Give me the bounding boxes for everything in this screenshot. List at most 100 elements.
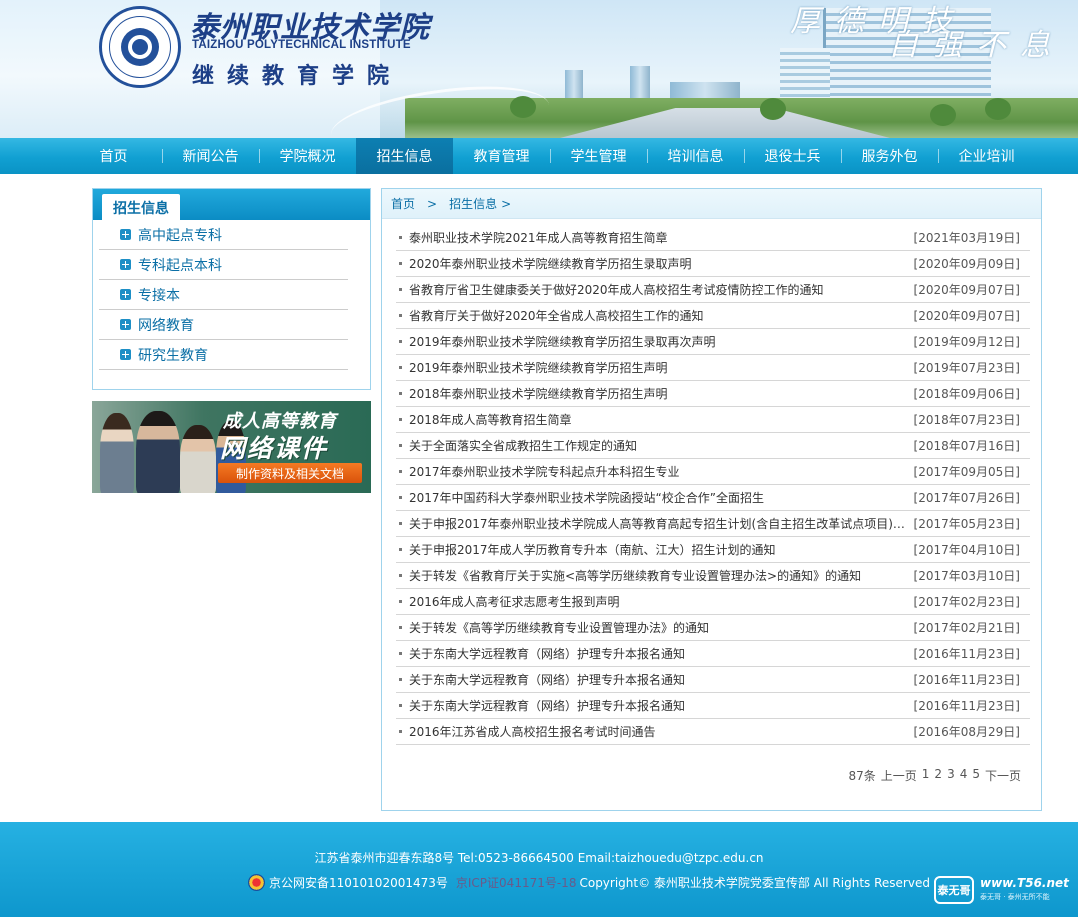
news-item[interactable]: 2018年泰州职业技术学院继续教育学历招生声明 [2018年09月06日] bbox=[396, 381, 1030, 407]
tree bbox=[930, 104, 956, 126]
news-item[interactable]: 关于转发《高等学历继续教育专业设置管理办法》的通知 [2017年02月21日] bbox=[396, 615, 1030, 641]
news-date: [2017年07月26日] bbox=[913, 491, 1020, 505]
news-item[interactable]: 关于申报2017年成人学历教育专升本（南航、江大）招生计划的通知 [2017年04… bbox=[396, 537, 1030, 563]
news-item[interactable]: 关于东南大学远程教育（网络）护理专升本报名通知 [2016年11月23日] bbox=[396, 693, 1030, 719]
sidebar-item[interactable]: 研究生教育 bbox=[99, 340, 348, 370]
pager-prev[interactable]: 上一页 bbox=[881, 767, 917, 784]
breadcrumb-home[interactable]: 首页 bbox=[391, 195, 415, 212]
sidebar: 招生信息 高中起点专科 专科起点本科 专接本 网络教育 研究生教育 bbox=[92, 188, 371, 390]
news-title[interactable]: 2018年泰州职业技术学院继续教育学历招生声明 bbox=[409, 385, 668, 402]
pager-next[interactable]: 下一页 bbox=[985, 767, 1021, 784]
bullet-icon bbox=[399, 288, 402, 291]
news-item[interactable]: 关于东南大学远程教育（网络）护理专升本报名通知 [2016年11月23日] bbox=[396, 667, 1030, 693]
news-date: [2017年03月10日] bbox=[913, 569, 1020, 583]
news-item[interactable]: 关于申报2017年泰州职业技术学院成人高等教育高起专招生计划(含自主招生改革试点… bbox=[396, 511, 1030, 537]
footer-address: 江苏省泰州市迎春东路8号 Tel:0523-86664500 Email:tai… bbox=[314, 851, 764, 865]
nav-item[interactable]: 首页 bbox=[65, 138, 162, 174]
sidebar-item[interactable]: 专接本 bbox=[99, 280, 348, 310]
news-item[interactable]: 省教育厅省卫生健康委关于做好2020年成人高校招生考试疫情防控工作的通知 [202… bbox=[396, 277, 1030, 303]
news-item[interactable]: 2018年成人高等教育招生简章 [2018年07月23日] bbox=[396, 407, 1030, 433]
school-logo-seal[interactable] bbox=[99, 6, 181, 88]
sidebar-item[interactable]: 高中起点专科 bbox=[99, 220, 348, 250]
banner-line2: 网络课件 bbox=[220, 434, 329, 463]
footer-copyright: Copyright© 泰州职业技术学院党委宣传部 All Rights Rese… bbox=[579, 876, 930, 890]
news-title[interactable]: 2016年江苏省成人高校招生报名考试时间通告 bbox=[409, 723, 656, 740]
site-footer: 江苏省泰州市迎春东路8号 Tel:0523-86664500 Email:tai… bbox=[0, 822, 1078, 917]
plus-square-icon bbox=[120, 289, 131, 300]
pager-page[interactable]: 5 bbox=[972, 767, 980, 784]
news-item[interactable]: 关于东南大学远程教育（网络）护理专升本报名通知 [2016年11月23日] bbox=[396, 641, 1030, 667]
news-title[interactable]: 2019年泰州职业技术学院继续教育学历招生声明 bbox=[409, 359, 668, 376]
news-title[interactable]: 关于转发《省教育厅关于实施<高等学历继续教育专业设置管理办法>的通知》的通知 bbox=[409, 567, 861, 584]
bullet-icon bbox=[399, 574, 402, 577]
pager-page[interactable]: 4 bbox=[960, 767, 968, 784]
banner-button[interactable]: 制作资料及相关文档 bbox=[218, 463, 362, 483]
bullet-icon bbox=[399, 522, 402, 525]
site-watermark: 泰无哥 www.T56.net 泰无哥 · 泰州无所不能 bbox=[934, 874, 1070, 906]
nav-item[interactable]: 培训信息 bbox=[647, 138, 744, 174]
student-figure bbox=[180, 425, 216, 493]
news-title[interactable]: 2017年中国药科大学泰州职业技术学院函授站“校企合作”全面招生 bbox=[409, 489, 764, 506]
news-title[interactable]: 关于转发《高等学历继续教育专业设置管理办法》的通知 bbox=[409, 619, 709, 636]
news-panel: 首页 > 招生信息 > 泰州职业技术学院2021年成人高等教育招生简章 [2021… bbox=[381, 188, 1042, 811]
bullet-icon bbox=[399, 470, 402, 473]
news-date: [2018年07月23日] bbox=[913, 413, 1020, 427]
pager-page[interactable]: 1 bbox=[922, 767, 930, 784]
nav-item[interactable]: 退役士兵 bbox=[744, 138, 841, 174]
news-item[interactable]: 省教育厅关于做好2020年全省成人高校招生工作的通知 [2020年09月07日] bbox=[396, 303, 1030, 329]
watermark-url: www.T56.net bbox=[980, 876, 1069, 890]
nav-item[interactable]: 服务外包 bbox=[841, 138, 938, 174]
news-item[interactable]: 2017年泰州职业技术学院专科起点升本科招生专业 [2017年09月05日] bbox=[396, 459, 1030, 485]
bullet-icon bbox=[399, 340, 402, 343]
news-title[interactable]: 省教育厅省卫生健康委关于做好2020年成人高校招生考试疫情防控工作的通知 bbox=[409, 281, 824, 298]
pager-page[interactable]: 2 bbox=[934, 767, 942, 784]
news-item[interactable]: 泰州职业技术学院2021年成人高等教育招生简章 [2021年03月19日] bbox=[396, 225, 1030, 251]
nav-item[interactable]: 教育管理 bbox=[453, 138, 550, 174]
news-title[interactable]: 2020年泰州职业技术学院继续教育学历招生录取声明 bbox=[409, 255, 692, 272]
site-header: 泰州职业技术学院 TAIZHOU POLYTECHNICAL INSTITUTE… bbox=[0, 0, 1078, 138]
sidebar-item-label: 专科起点本科 bbox=[138, 257, 222, 274]
news-title[interactable]: 2018年成人高等教育招生简章 bbox=[409, 411, 572, 428]
footer-police-record[interactable]: 京公网安备11010102001473号 bbox=[269, 874, 448, 891]
news-title[interactable]: 关于全面落实全省成教招生工作规定的通知 bbox=[409, 437, 637, 454]
news-date: [2016年08月29日] bbox=[913, 725, 1020, 739]
nav-item[interactable]: 学生管理 bbox=[550, 138, 647, 174]
news-title[interactable]: 关于东南大学远程教育（网络）护理专升本报名通知 bbox=[409, 645, 685, 662]
news-date: [2021年03月19日] bbox=[913, 231, 1020, 245]
news-item[interactable]: 关于全面落实全省成教招生工作规定的通知 [2018年07月16日] bbox=[396, 433, 1030, 459]
news-item[interactable]: 2019年泰州职业技术学院继续教育学历招生声明 [2019年07月23日] bbox=[396, 355, 1030, 381]
online-courseware-banner[interactable]: 成人高等教育 网络课件 制作资料及相关文档 bbox=[92, 401, 371, 493]
sidebar-item-label: 网络教育 bbox=[138, 317, 194, 334]
nav-item[interactable]: 企业培训 bbox=[938, 138, 1035, 174]
news-item[interactable]: 2017年中国药科大学泰州职业技术学院函授站“校企合作”全面招生 [2017年07… bbox=[396, 485, 1030, 511]
bullet-icon bbox=[399, 496, 402, 499]
nav-item[interactable]: 招生信息 bbox=[356, 138, 453, 174]
sidebar-item-label: 高中起点专科 bbox=[138, 227, 222, 244]
news-item[interactable]: 关于转发《省教育厅关于实施<高等学历继续教育专业设置管理办法>的通知》的通知 [2… bbox=[396, 563, 1030, 589]
news-item[interactable]: 2016年成人高考征求志愿考生报到声明 [2017年02月23日] bbox=[396, 589, 1030, 615]
news-date: [2018年09月06日] bbox=[913, 387, 1020, 401]
news-title[interactable]: 关于东南大学远程教育（网络）护理专升本报名通知 bbox=[409, 697, 685, 714]
news-title[interactable]: 关于申报2017年泰州职业技术学院成人高等教育高起专招生计划(含自主招生改革试点… bbox=[409, 515, 905, 532]
news-date: [2019年09月12日] bbox=[913, 335, 1020, 349]
sidebar-item[interactable]: 专科起点本科 bbox=[99, 250, 348, 280]
news-title[interactable]: 泰州职业技术学院2021年成人高等教育招生简章 bbox=[409, 229, 668, 246]
bullet-icon bbox=[399, 730, 402, 733]
news-item[interactable]: 2019年泰州职业技术学院继续教育学历招生录取再次声明 [2019年09月12日] bbox=[396, 329, 1030, 355]
news-item[interactable]: 2016年江苏省成人高校招生报名考试时间通告 [2016年08月29日] bbox=[396, 719, 1030, 745]
news-title[interactable]: 省教育厅关于做好2020年全省成人高校招生工作的通知 bbox=[409, 307, 704, 324]
breadcrumb-current[interactable]: 招生信息 bbox=[449, 195, 497, 212]
news-title[interactable]: 2016年成人高考征求志愿考生报到声明 bbox=[409, 593, 620, 610]
news-title[interactable]: 2017年泰州职业技术学院专科起点升本科招生专业 bbox=[409, 463, 680, 480]
footer-icp[interactable]: 京ICP证041171号-18 bbox=[456, 874, 577, 891]
nav-item[interactable]: 新闻公告 bbox=[162, 138, 259, 174]
pager-page[interactable]: 3 bbox=[947, 767, 955, 784]
news-item[interactable]: 2020年泰州职业技术学院继续教育学历招生录取声明 [2020年09月09日] bbox=[396, 251, 1030, 277]
police-badge-icon bbox=[248, 874, 265, 891]
sidebar-item[interactable]: 网络教育 bbox=[99, 310, 348, 340]
news-date: [2017年04月10日] bbox=[913, 543, 1020, 557]
news-title[interactable]: 2019年泰州职业技术学院继续教育学历招生录取再次声明 bbox=[409, 333, 716, 350]
nav-item[interactable]: 学院概况 bbox=[259, 138, 356, 174]
news-title[interactable]: 关于东南大学远程教育（网络）护理专升本报名通知 bbox=[409, 671, 685, 688]
news-title[interactable]: 关于申报2017年成人学历教育专升本（南航、江大）招生计划的通知 bbox=[409, 541, 776, 558]
